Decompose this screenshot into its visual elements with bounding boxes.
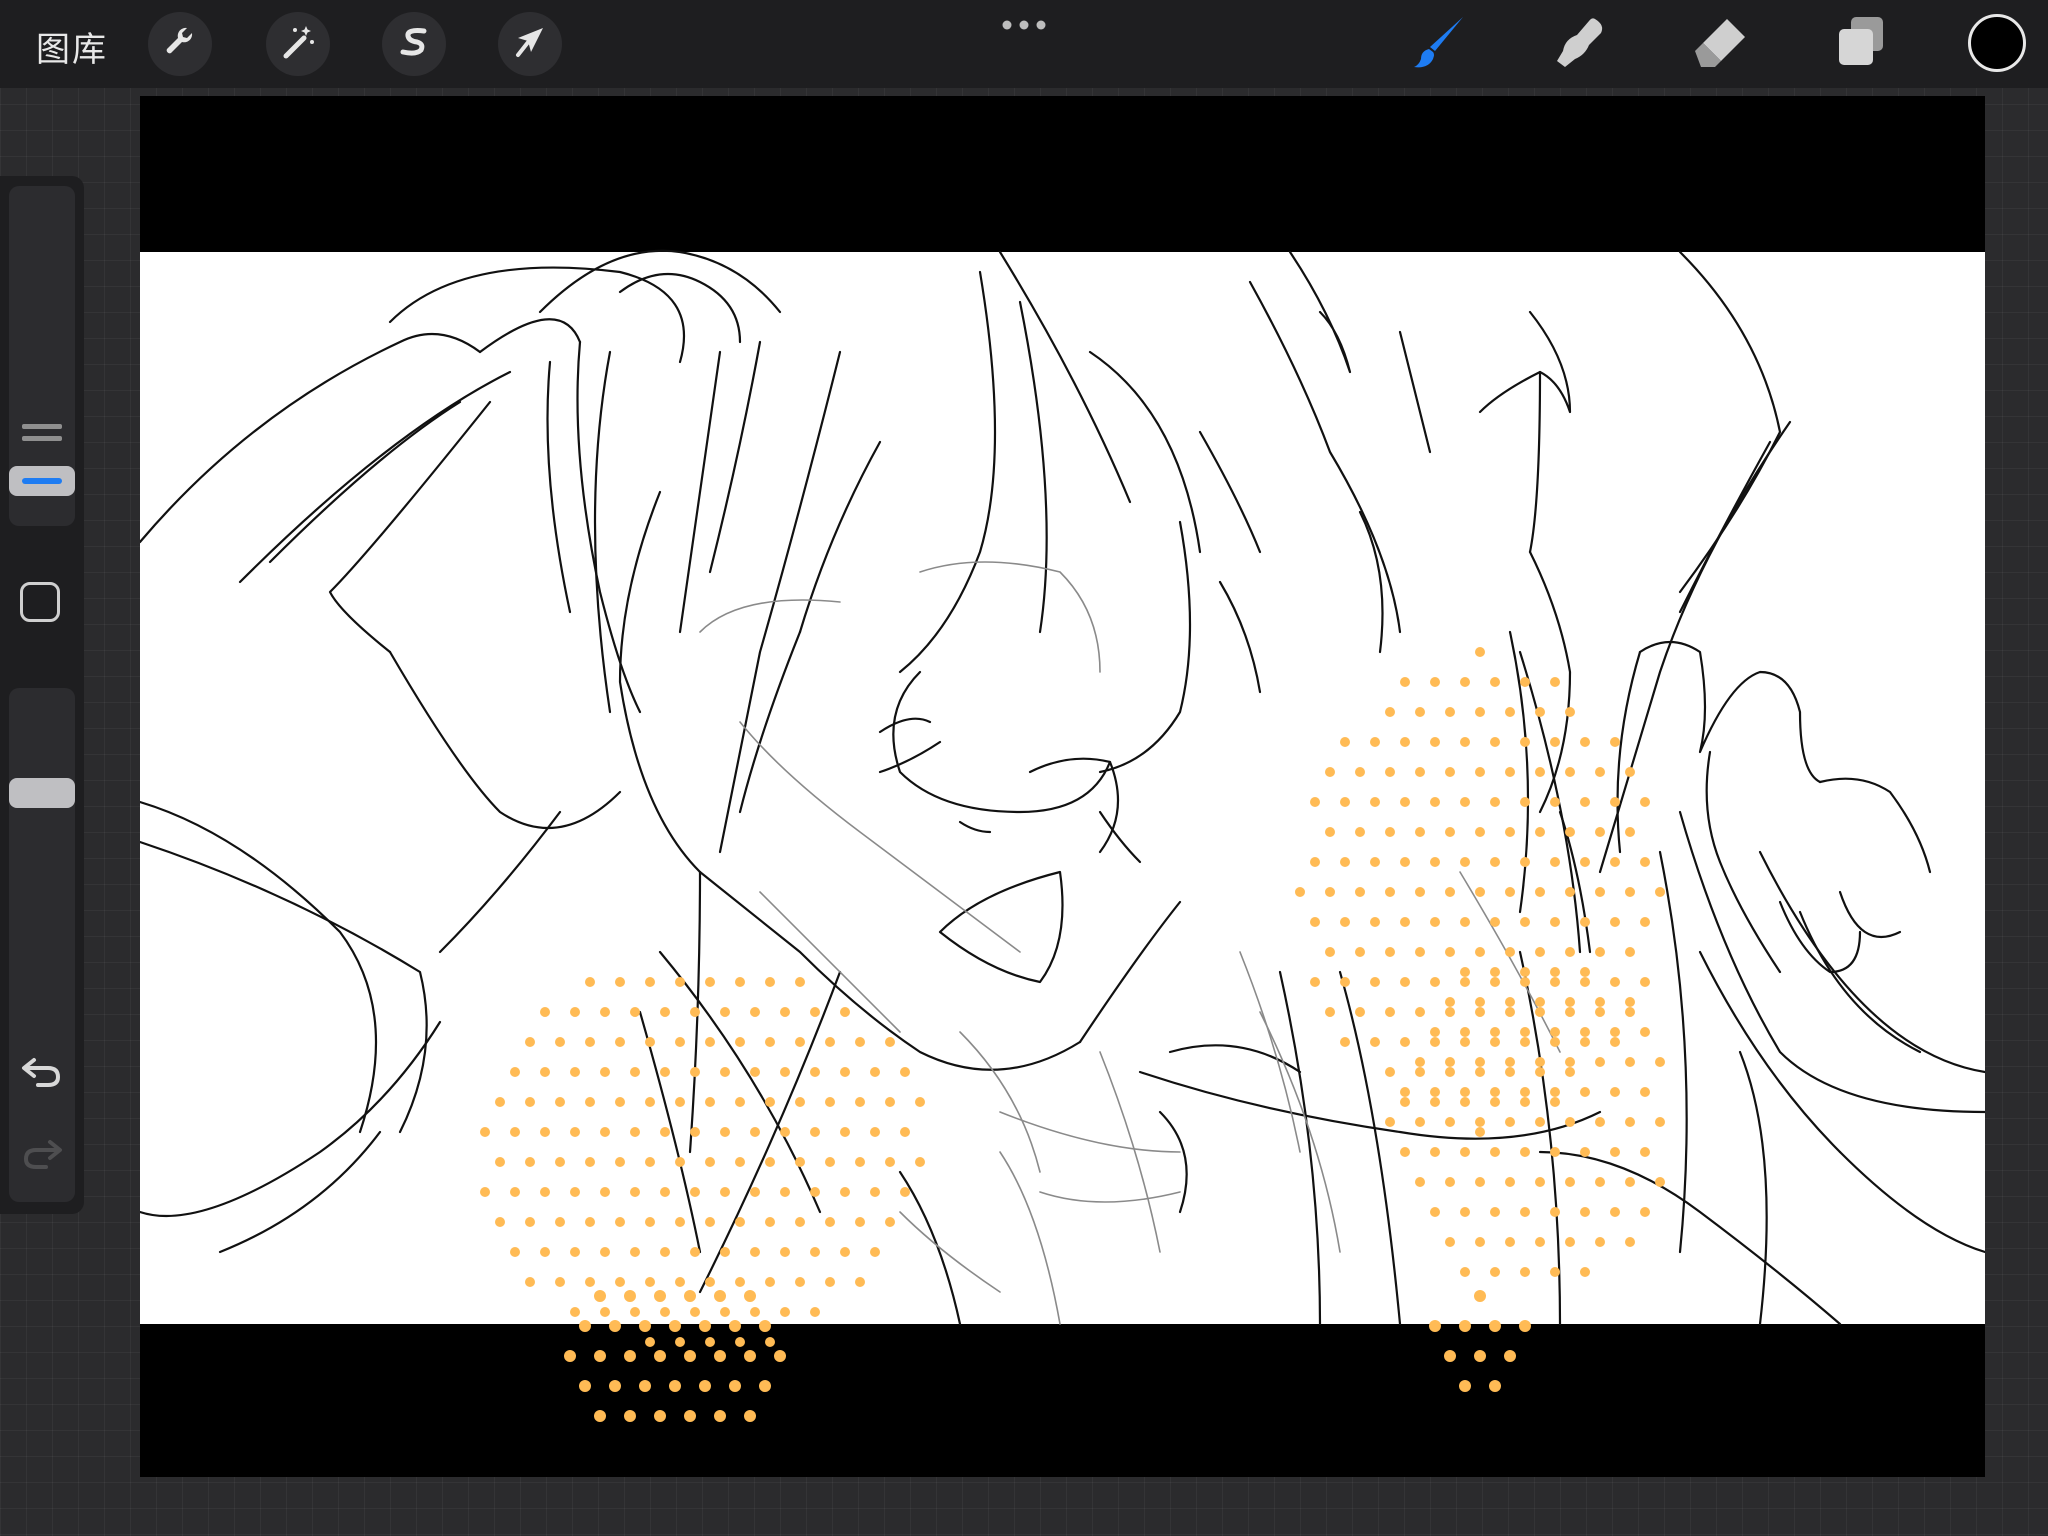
arrow-cursor-icon	[510, 22, 550, 67]
halftone-dot	[744, 1350, 756, 1362]
halftone-dot	[594, 1350, 606, 1362]
smudge-finger-icon	[1551, 13, 1609, 76]
halftone-dot	[594, 1410, 606, 1422]
halftone-dot	[624, 1350, 636, 1362]
halftone-dot	[564, 1350, 576, 1362]
wrench-icon	[160, 22, 200, 67]
halftone-dot	[699, 1320, 711, 1332]
adjustments-button[interactable]	[266, 12, 330, 76]
gallery-button[interactable]: 图库	[36, 22, 108, 71]
halftone-dot	[714, 1290, 726, 1302]
halftone-dot	[654, 1350, 666, 1362]
halftone-dot	[1489, 1380, 1501, 1392]
square-modify-icon[interactable]	[20, 582, 60, 622]
halftone-dot	[654, 1290, 666, 1302]
halftone-dot	[729, 1320, 741, 1332]
layers-tool-button[interactable]	[1828, 14, 1892, 74]
halftone-dot	[639, 1380, 651, 1392]
halftone-dot	[624, 1410, 636, 1422]
halftone-dot	[1519, 1320, 1531, 1332]
opacity-thumb[interactable]	[9, 778, 75, 808]
halftone-dot	[759, 1320, 771, 1332]
halftone-dot	[744, 1290, 756, 1302]
halftone-dot	[669, 1380, 681, 1392]
halftone-dot	[1474, 1350, 1486, 1362]
magic-wand-icon	[278, 22, 318, 67]
selection-button[interactable]	[382, 12, 446, 76]
halftone-dot	[1474, 1290, 1486, 1302]
size-lines-icon	[22, 424, 62, 454]
halftone-dot	[759, 1380, 771, 1392]
halftone-dot	[714, 1350, 726, 1362]
halftone-dot	[729, 1380, 741, 1392]
color-picker-button[interactable]	[1968, 14, 2026, 72]
halftone-dot	[684, 1350, 696, 1362]
halftone-dot	[579, 1380, 591, 1392]
halftone-dot	[1444, 1350, 1456, 1362]
halftone-dot	[744, 1410, 756, 1422]
halftone-dot	[1459, 1320, 1471, 1332]
halftone-dot	[639, 1320, 651, 1332]
eraser-tool-button[interactable]	[1688, 14, 1752, 74]
undo-icon[interactable]	[18, 1052, 66, 1092]
eraser-icon	[1691, 13, 1749, 76]
smudge-tool-button[interactable]	[1548, 14, 1612, 74]
redo-icon[interactable]	[18, 1134, 66, 1174]
halftone-dot	[1504, 1350, 1516, 1362]
actions-button[interactable]	[148, 12, 212, 76]
halftone-dot	[654, 1410, 666, 1422]
left-sidebar	[0, 176, 84, 1214]
top-toolbar: 图库	[0, 0, 2048, 88]
halftone-dot	[714, 1410, 726, 1422]
size-indicator	[22, 478, 62, 484]
halftone-dot	[699, 1380, 711, 1392]
halftone-dot	[594, 1290, 606, 1302]
halftone-dot	[1489, 1320, 1501, 1332]
halftone-dots-lower	[564, 1290, 1531, 1422]
halftone-dot	[579, 1320, 591, 1332]
brush-tool-button[interactable]	[1408, 14, 1472, 74]
halftone-dot	[669, 1320, 681, 1332]
halftone-dot	[1459, 1380, 1471, 1392]
halftone-dot	[609, 1380, 621, 1392]
transform-button[interactable]	[498, 12, 562, 76]
opacity-slider[interactable]	[9, 688, 75, 1202]
halftone-dot	[774, 1350, 786, 1362]
brush-size-thumb[interactable]	[9, 466, 75, 496]
halftone-dot	[624, 1290, 636, 1302]
halftone-dot	[1429, 1320, 1441, 1332]
brush-icon	[1411, 13, 1469, 76]
selection-s-icon	[394, 22, 434, 67]
layers-icon	[1831, 13, 1889, 76]
halftone-dot	[684, 1410, 696, 1422]
drawing-canvas[interactable]	[140, 96, 1985, 1477]
halftone-dot	[609, 1320, 621, 1332]
halftone-dot	[684, 1290, 696, 1302]
more-dots-icon[interactable]	[1000, 18, 1048, 32]
